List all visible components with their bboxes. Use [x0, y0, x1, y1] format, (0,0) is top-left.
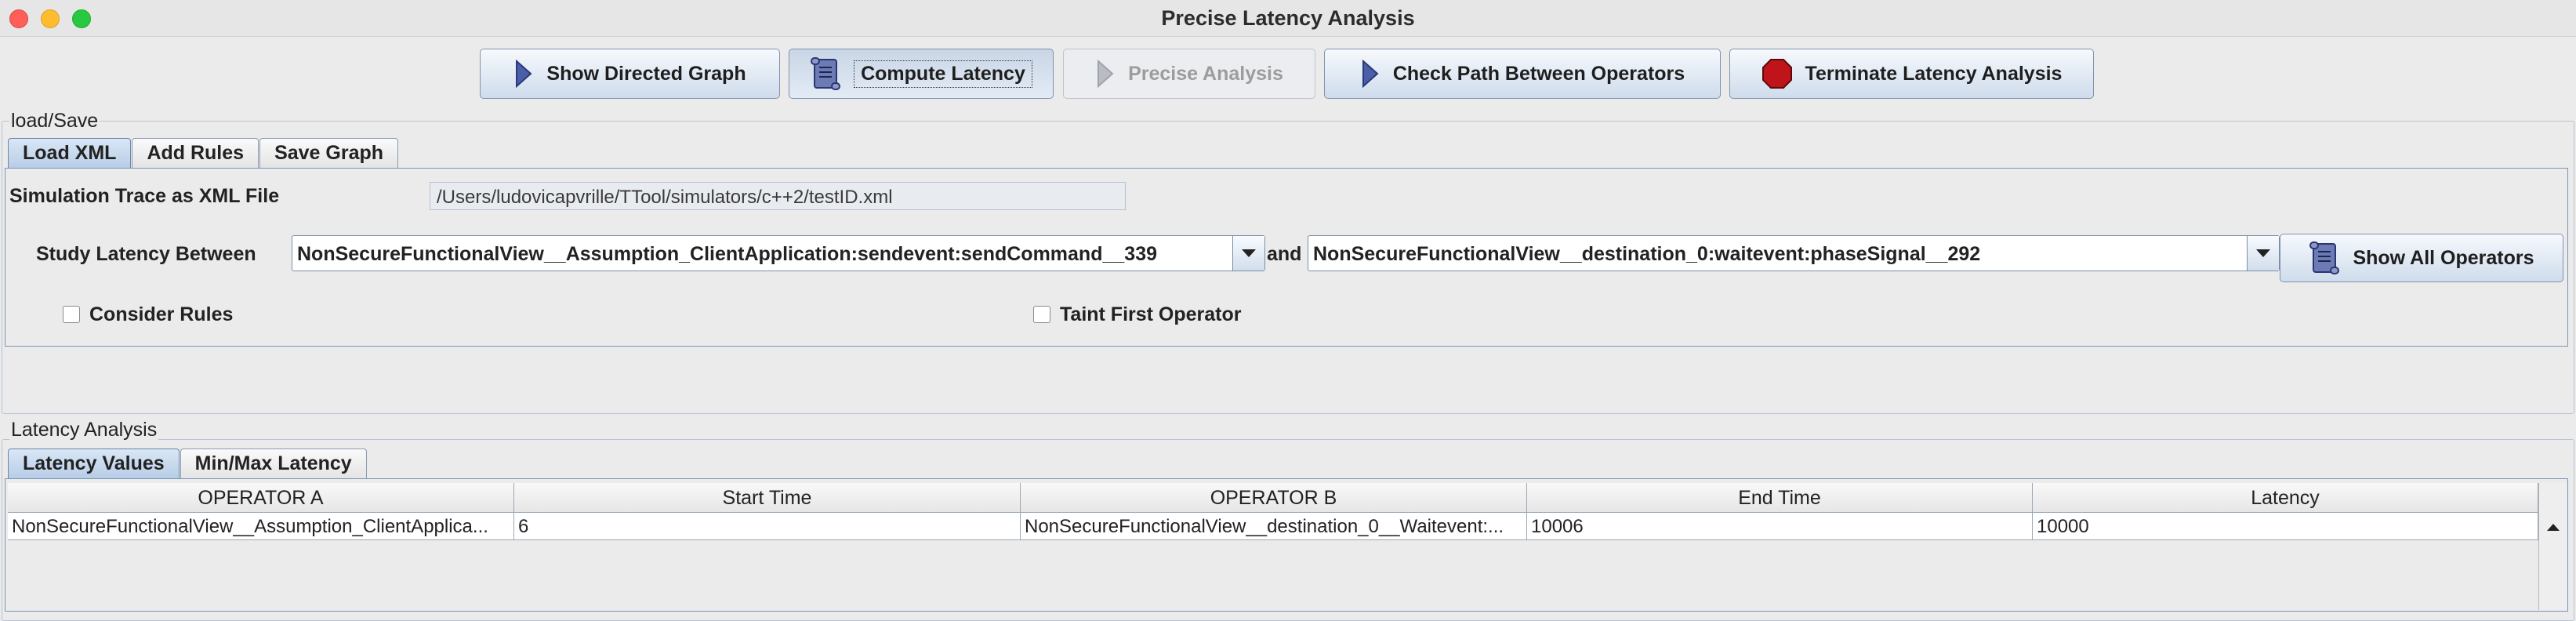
cell-operator-b[interactable]: NonSecureFunctionalView__destination_0__… [1021, 513, 1527, 540]
title-bar: Precise Latency Analysis [0, 0, 2576, 37]
load-save-group-label: load/Save [9, 110, 100, 133]
load-save-tabs: Load XML Add Rules Save Graph [8, 138, 399, 168]
column-header-end-time[interactable]: End Time [1527, 483, 2033, 513]
check-path-label: Check Path Between Operators [1392, 62, 1685, 85]
study-latency-label: Study Latency Between [36, 243, 256, 265]
tab-load-xml[interactable]: Load XML [8, 138, 132, 168]
chevron-up-icon [2547, 523, 2560, 531]
compute-latency-label: Compute Latency [854, 60, 1032, 88]
scroll-icon [2309, 242, 2340, 274]
table-scrollbar[interactable] [2538, 483, 2567, 610]
column-header-operator-b[interactable]: OPERATOR B [1021, 483, 1527, 513]
terminate-latency-analysis-button[interactable]: Terminate Latency Analysis [1729, 49, 2094, 99]
chevron-down-icon [2256, 249, 2270, 257]
tab-min-max-latency[interactable]: Min/Max Latency [180, 448, 367, 478]
stop-octagon-icon [1761, 59, 1792, 89]
consider-rules-checkbox[interactable] [63, 306, 80, 323]
latency-analysis-group-label: Latency Analysis [9, 419, 159, 441]
operator-a-select[interactable]: NonSecureFunctionalView__Assumption_Clie… [292, 235, 1265, 271]
operator-b-dropdown-arrow[interactable] [2247, 236, 2279, 271]
precise-analysis-button[interactable]: Precise Analysis [1063, 49, 1315, 99]
operator-a-value: NonSecureFunctionalView__Assumption_Clie… [297, 243, 1157, 265]
column-header-start-time[interactable]: Start Time [514, 483, 1021, 513]
taint-first-operator-label: Taint First Operator [1060, 303, 1242, 325]
chevron-down-icon [1242, 249, 1256, 257]
tab-save-graph[interactable]: Save Graph [259, 138, 399, 168]
play-triangle-icon [1098, 60, 1114, 88]
cell-start-time[interactable]: 6 [514, 513, 1021, 540]
scroll-up-button[interactable] [2539, 513, 2567, 541]
column-header-latency[interactable]: Latency [2033, 483, 2538, 513]
operator-b-value: NonSecureFunctionalView__destination_0:w… [1313, 243, 1981, 265]
play-triangle-icon [1362, 60, 1379, 88]
taint-first-operator-checkbox[interactable] [1033, 306, 1050, 323]
window-title: Precise Latency Analysis [1161, 6, 1415, 30]
and-label: and [1267, 243, 1302, 265]
show-directed-graph-label: Show Directed Graph [546, 62, 746, 85]
latency-tabs: Latency Values Min/Max Latency [8, 448, 368, 478]
trace-file-label: Simulation Trace as XML File [9, 185, 280, 207]
consider-rules-label: Consider Rules [89, 303, 234, 325]
tab-latency-values[interactable]: Latency Values [8, 448, 180, 478]
column-header-operator-a[interactable]: OPERATOR A [8, 483, 514, 513]
terminate-latency-analysis-label: Terminate Latency Analysis [1805, 62, 2063, 85]
scroll-icon [811, 57, 841, 90]
cell-latency[interactable]: 10000 [2033, 513, 2538, 540]
show-all-operators-button[interactable]: Show All Operators [2280, 234, 2563, 282]
show-directed-graph-button[interactable]: Show Directed Graph [480, 49, 780, 99]
cell-operator-a[interactable]: NonSecureFunctionalView__Assumption_Clie… [8, 513, 514, 540]
precise-analysis-label: Precise Analysis [1128, 62, 1283, 85]
operator-a-dropdown-arrow[interactable] [1232, 236, 1264, 271]
show-all-operators-label: Show All Operators [2353, 246, 2534, 269]
compute-latency-button[interactable]: Compute Latency [789, 49, 1054, 99]
operator-b-select[interactable]: NonSecureFunctionalView__destination_0:w… [1308, 235, 2280, 271]
cell-end-time[interactable]: 10006 [1527, 513, 2033, 540]
tab-add-rules[interactable]: Add Rules [132, 138, 259, 168]
play-triangle-icon [516, 60, 532, 88]
trace-file-field[interactable]: /Users/ludovicapvrille/TTool/simulators/… [430, 182, 1126, 210]
check-path-button[interactable]: Check Path Between Operators [1324, 49, 1721, 99]
